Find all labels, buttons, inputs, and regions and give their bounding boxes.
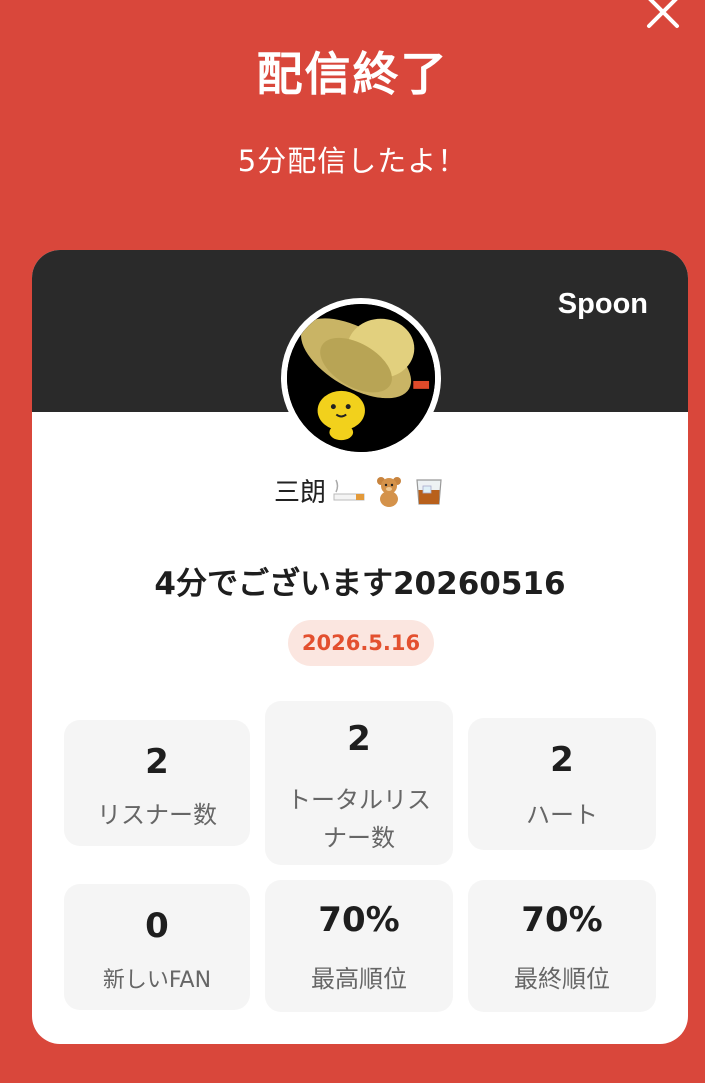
stat-label: 最終順位 <box>514 965 610 993</box>
date-badge: 2026.5.16 <box>288 620 434 666</box>
stat-value: 0 <box>145 906 169 946</box>
cigarette-icon <box>332 474 366 508</box>
dj-name-row: 三朗 <box>32 472 688 509</box>
stat-hearts: 2 ハート <box>468 718 656 850</box>
stat-label: 新しいFAN <box>102 968 212 993</box>
stat-label: トータルリスナー数 <box>287 786 431 852</box>
stat-final-rank: 70% 最終順位 <box>468 880 656 1012</box>
stat-listeners: 2 リスナー数 <box>64 720 250 846</box>
close-button[interactable] <box>643 0 683 32</box>
live-title: 4分でございます20260516 <box>154 566 566 602</box>
stat-label: 最高順位 <box>311 965 407 993</box>
stat-total-listeners: 2 トータルリスナー数 <box>265 701 453 865</box>
avatar <box>281 298 441 458</box>
stat-value: 2 <box>550 740 574 780</box>
page-title: 配信終了 <box>256 47 449 101</box>
stat-highest-rank: 70% 最高順位 <box>265 880 453 1012</box>
close-icon <box>647 0 679 28</box>
stat-value: 2 <box>347 719 371 759</box>
stat-label: ハート <box>526 801 598 829</box>
stat-new-fans: 0 新しいFAN <box>64 884 250 1010</box>
live-ended-screen: 配信終了 5分配信したよ！ Spoon 三朗 4分でございます20260516 … <box>0 0 705 1083</box>
stat-value: 70% <box>521 900 603 940</box>
page-subtitle: 5分配信したよ！ <box>237 144 468 178</box>
stat-value: 70% <box>318 900 400 940</box>
spoon-logo: Spoon <box>557 288 648 320</box>
teddy-bear-icon <box>372 474 406 508</box>
whiskey-glass-icon <box>412 474 446 508</box>
summary-card: Spoon 三朗 4分でございます20260516 2026.5.16 2 リス… <box>32 250 688 1044</box>
stat-value: 2 <box>145 742 169 782</box>
dj-name: 三朗 <box>273 478 326 508</box>
stat-label: リスナー数 <box>97 801 217 829</box>
avatar-image <box>287 304 435 452</box>
